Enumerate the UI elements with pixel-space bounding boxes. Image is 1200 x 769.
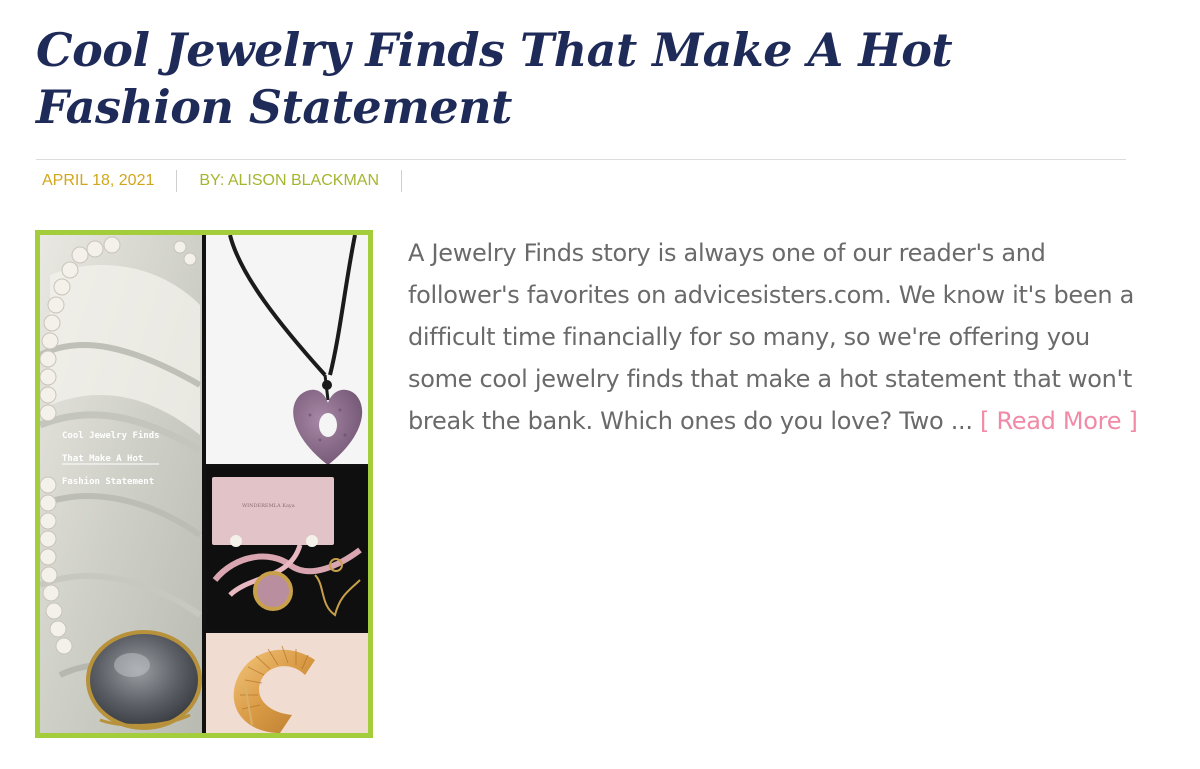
caption-line-1: Cool Jewelry Finds xyxy=(62,430,160,441)
moonstone-pendant xyxy=(86,630,202,730)
title-divider xyxy=(36,159,1126,160)
post-author[interactable]: BY: ALISON BLACKMAN xyxy=(177,172,401,190)
post-meta: APRIL 18, 2021 BY: ALISON BLACKMAN xyxy=(36,170,402,192)
post-date: APRIL 18, 2021 xyxy=(42,172,155,189)
post-excerpt: A Jewelry Finds story is always one of o… xyxy=(408,232,1138,442)
pouch-text: WINDEREMLA Kaya xyxy=(242,503,295,509)
jewelry-pouch xyxy=(212,477,334,545)
rose-quartz-pendant xyxy=(253,571,293,611)
pouch-panel: WINDEREMLA Kaya xyxy=(206,467,368,631)
featured-image[interactable]: Cool Jewelry Finds That Make A Hot Fashi… xyxy=(35,230,373,738)
heart-necklace-panel xyxy=(206,235,368,465)
excerpt-text: A Jewelry Finds story is always one of o… xyxy=(408,239,1134,435)
caption-line-3: Fashion Statement xyxy=(62,476,154,487)
jewelry-collage: Cool Jewelry Finds That Make A Hot Fashi… xyxy=(40,235,368,733)
post-title[interactable]: Cool Jewelry Finds That Make A Hot Fashi… xyxy=(36,22,1116,136)
caption-line-2: That Make A Hot xyxy=(62,454,143,464)
read-more-link[interactable]: [ Read More ] xyxy=(980,407,1138,435)
gold-hoop-panel xyxy=(206,633,368,733)
meta-separator xyxy=(401,170,402,192)
